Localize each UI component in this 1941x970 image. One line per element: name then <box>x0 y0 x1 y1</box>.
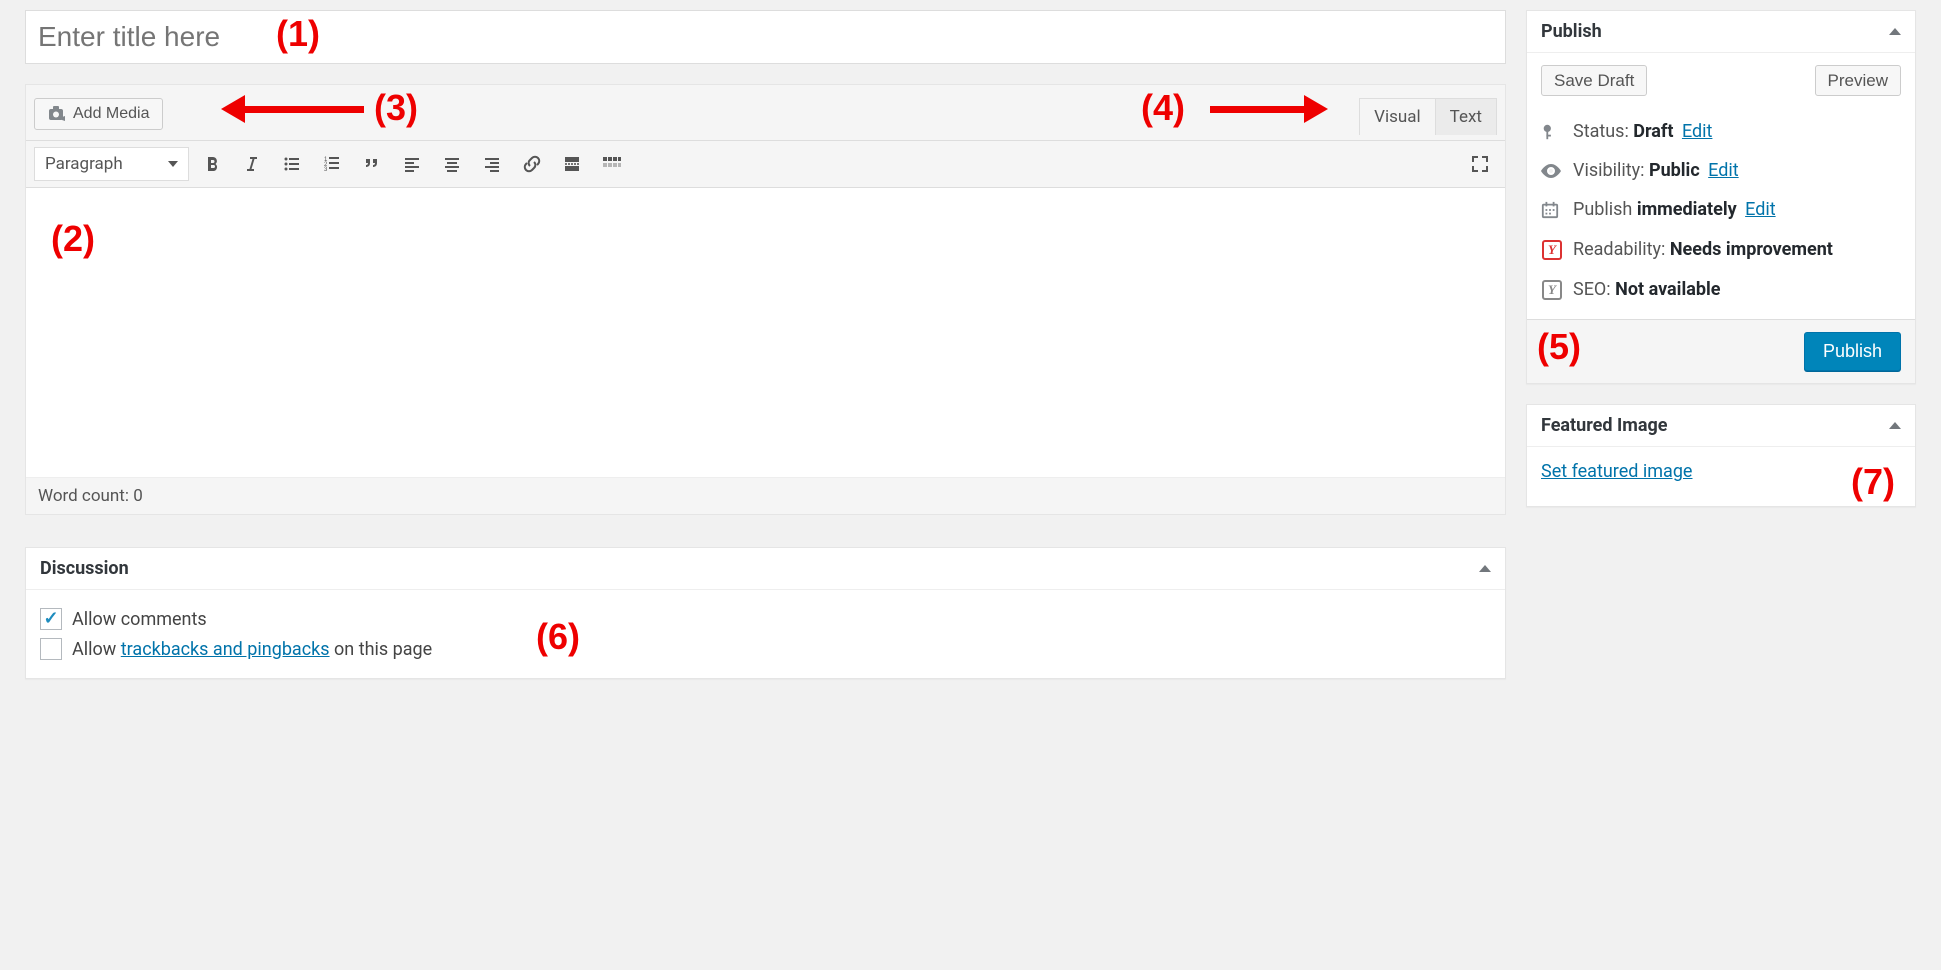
publish-panel: Publish Save Draft Preview Status: Draft… <box>1526 10 1916 384</box>
annotation-5: (5) <box>1537 326 1581 368</box>
allow-comments-checkbox[interactable] <box>40 608 62 630</box>
caret-up-icon <box>1889 422 1901 429</box>
publish-button[interactable]: Publish <box>1804 332 1901 371</box>
readmore-button[interactable] <box>555 147 589 181</box>
word-count: Word count: 0 <box>26 478 1505 514</box>
post-title-wrap: (1) <box>25 10 1506 64</box>
align-left-button[interactable] <box>395 147 429 181</box>
number-list-button[interactable]: 123 <box>315 147 349 181</box>
camera-icon <box>47 105 67 123</box>
readability-row: Y Readability: Needs improvement <box>1541 229 1901 269</box>
status-row: Status: Draft Edit <box>1541 112 1901 151</box>
yoast-readability-icon: Y <box>1541 238 1563 260</box>
tab-text[interactable]: Text <box>1435 98 1497 135</box>
annotation-2: (2) <box>51 218 95 260</box>
allow-trackbacks-label: Allow trackbacks and pingbacks on this p… <box>72 639 432 660</box>
schedule-row: Publish immediately Edit <box>1541 190 1901 229</box>
yoast-seo-icon: Y <box>1541 278 1563 300</box>
key-icon <box>1541 123 1563 141</box>
allow-comments-label: Allow comments <box>72 609 207 630</box>
preview-button[interactable]: Preview <box>1815 65 1901 96</box>
discussion-panel-toggle[interactable]: Discussion <box>26 548 1505 590</box>
allow-trackbacks-checkbox[interactable] <box>40 638 62 660</box>
bold-button[interactable] <box>195 147 229 181</box>
format-dropdown[interactable]: Paragraph <box>34 147 189 181</box>
fullscreen-button[interactable] <box>1463 147 1497 181</box>
publish-panel-toggle[interactable]: Publish <box>1527 11 1915 53</box>
save-draft-button[interactable]: Save Draft <box>1541 65 1647 96</box>
schedule-edit-link[interactable]: Edit <box>1745 199 1775 220</box>
publish-heading: Publish <box>1541 21 1602 42</box>
featured-image-panel: Featured Image Set featured image (7) <box>1526 404 1916 507</box>
align-right-button[interactable] <box>475 147 509 181</box>
add-media-button[interactable]: Add Media <box>34 98 163 130</box>
arrow-4-head <box>1304 95 1328 123</box>
blockquote-button[interactable] <box>355 147 389 181</box>
toolbar-toggle-button[interactable] <box>595 147 629 181</box>
bullet-list-button[interactable] <box>275 147 309 181</box>
calendar-icon <box>1541 201 1563 219</box>
discussion-heading: Discussion <box>40 558 129 579</box>
visibility-edit-link[interactable]: Edit <box>1708 160 1738 181</box>
visibility-row: Visibility: Public Edit <box>1541 151 1901 190</box>
editor-toolbar: Paragraph 123 <box>26 140 1505 188</box>
caret-up-icon <box>1889 28 1901 35</box>
annotation-4: (4) <box>1141 87 1185 129</box>
featured-image-heading: Featured Image <box>1541 415 1667 436</box>
post-title-input[interactable] <box>38 13 1493 61</box>
featured-image-toggle[interactable]: Featured Image <box>1527 405 1915 447</box>
arrow-4-line <box>1210 106 1305 113</box>
editor-content[interactable]: (2) <box>26 188 1505 478</box>
set-featured-image-link[interactable]: Set featured image <box>1541 461 1692 482</box>
add-media-label: Add Media <box>73 106 150 122</box>
status-edit-link[interactable]: Edit <box>1682 121 1712 142</box>
align-center-button[interactable] <box>435 147 469 181</box>
caret-up-icon <box>1479 565 1491 572</box>
annotation-3: (3) <box>374 87 418 129</box>
discussion-panel: Discussion Allow comments Allow trackbac… <box>25 547 1506 679</box>
italic-button[interactable] <box>235 147 269 181</box>
tab-visual[interactable]: Visual <box>1359 98 1435 135</box>
svg-text:3: 3 <box>324 167 328 173</box>
eye-icon <box>1541 164 1563 178</box>
editor-box: Add Media (3) (4) Visual Text Paragraph <box>25 84 1506 515</box>
seo-row: Y SEO: Not available <box>1541 269 1901 309</box>
arrow-3-head <box>221 95 245 123</box>
link-button[interactable] <box>515 147 549 181</box>
trackbacks-link[interactable]: trackbacks and pingbacks <box>121 639 330 660</box>
arrow-3-line <box>244 106 364 113</box>
